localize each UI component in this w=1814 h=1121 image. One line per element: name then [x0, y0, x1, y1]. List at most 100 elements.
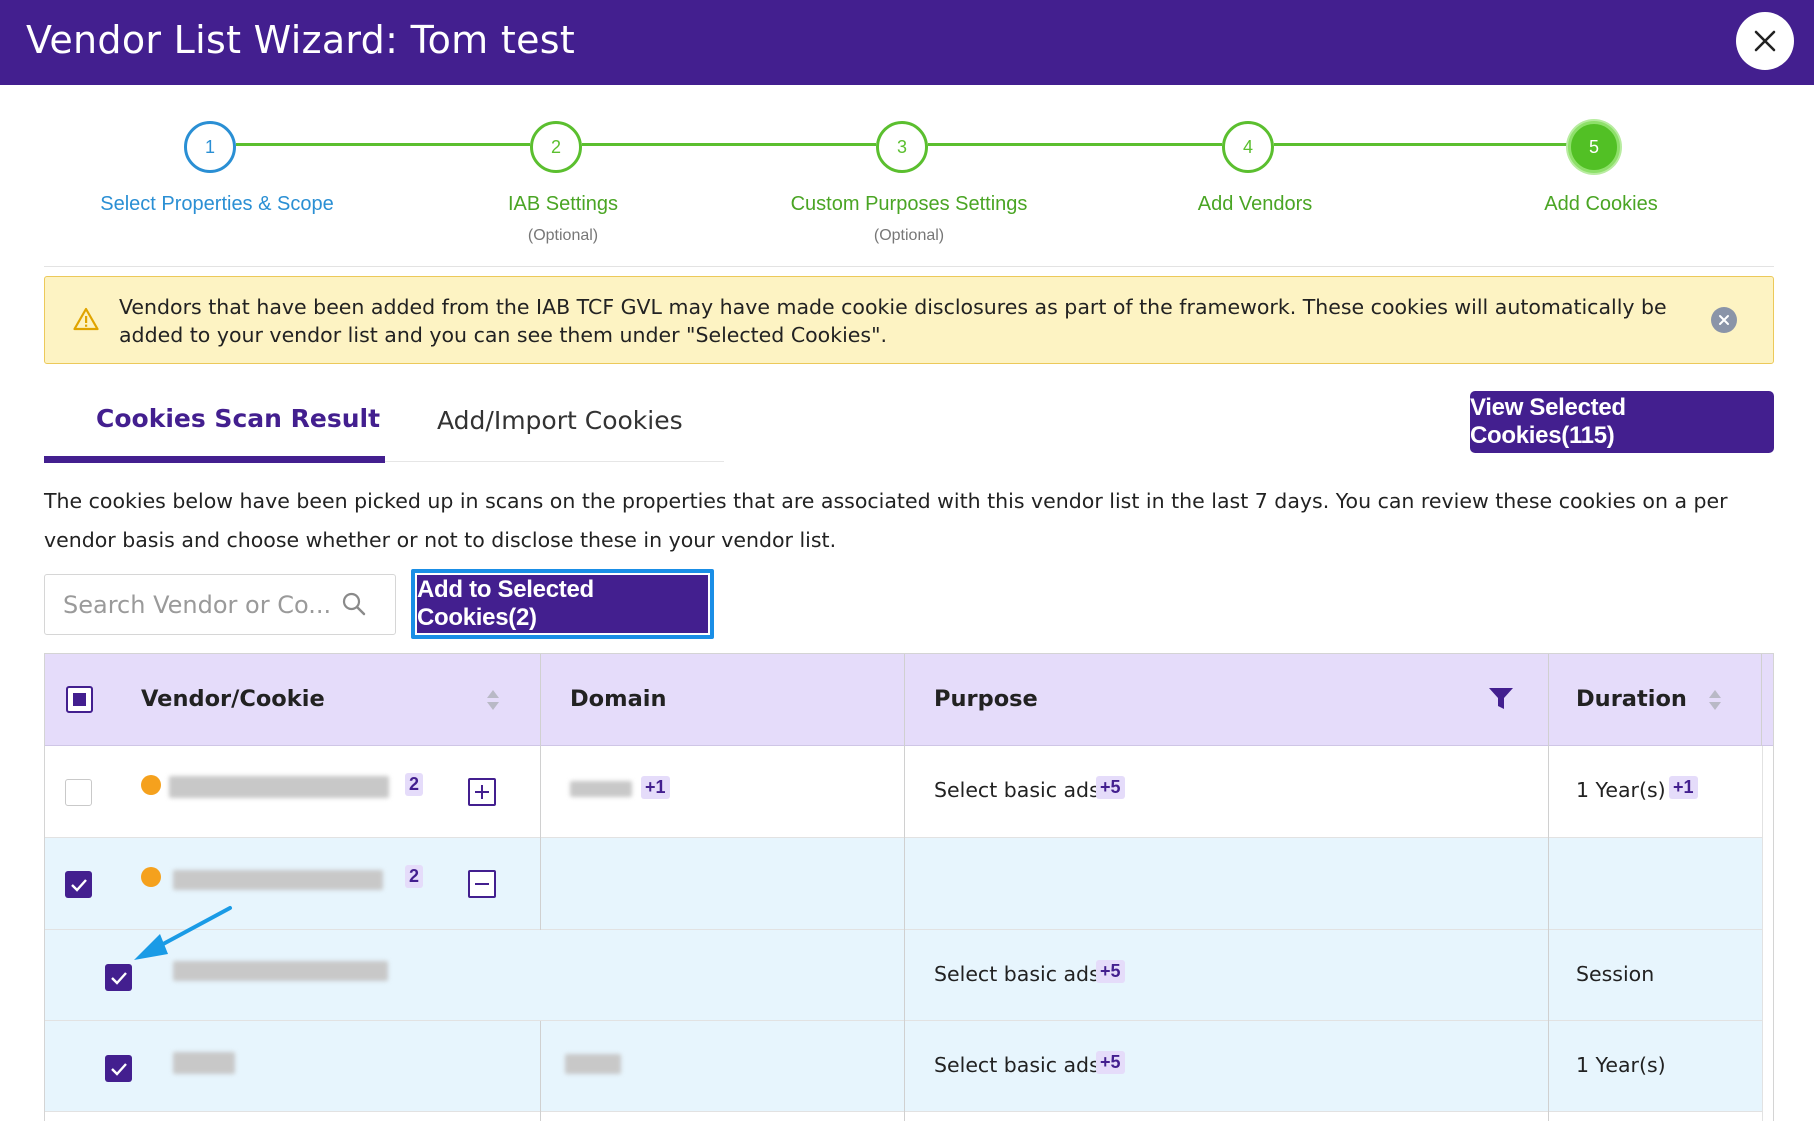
column-divider [904, 1021, 905, 1112]
purpose-extra-badge[interactable]: +5 [1096, 960, 1125, 983]
wizard-header: Vendor List Wizard: Tom test [0, 0, 1814, 85]
partial-mark [73, 693, 86, 706]
cookie-name-redacted [173, 1052, 235, 1074]
tab-cookies-scan-result[interactable]: Cookies Scan Result [96, 404, 380, 433]
checkmark-icon [110, 1062, 127, 1076]
step-4-circle[interactable]: 4 [1222, 121, 1274, 173]
search-input[interactable] [63, 589, 333, 621]
tab-add-import-cookies[interactable]: Add/Import Cookies [437, 406, 683, 435]
row-checkbox[interactable] [65, 779, 92, 806]
step-3-label[interactable]: Custom Purposes Settings [749, 193, 1069, 216]
sort-icon[interactable] [486, 688, 500, 712]
column-divider [904, 654, 905, 746]
search-box [44, 574, 396, 635]
table-row-expanded[interactable]: 2 [45, 838, 1762, 930]
step-2-optional: (Optional) [527, 227, 599, 244]
table-row-partial [45, 1112, 1762, 1121]
checkmark-icon [110, 971, 127, 985]
checkmark-icon [70, 878, 87, 892]
column-divider [1548, 1021, 1549, 1112]
step-2-circle[interactable]: 2 [530, 121, 582, 173]
wizard-title: Vendor List Wizard: Tom test [26, 18, 576, 62]
stepper-divider [44, 266, 1774, 267]
active-tab-indicator [44, 456, 385, 463]
step-connector [1274, 143, 1568, 146]
column-divider [1548, 930, 1549, 1021]
column-divider [540, 838, 541, 930]
column-divider [904, 1112, 905, 1121]
vendor-name-redacted [169, 776, 389, 798]
purpose-extra-badge[interactable]: +5 [1096, 1051, 1125, 1074]
close-icon [1754, 30, 1776, 52]
step-3-optional: (Optional) [873, 227, 945, 244]
cookie-checkbox[interactable] [105, 1055, 132, 1082]
table-row-cookie[interactable]: Select basic ads +5 1 Year(s) [45, 1021, 1762, 1112]
column-divider [540, 654, 541, 746]
select-all-checkbox[interactable] [66, 686, 93, 713]
step-connector [582, 143, 876, 146]
table-scrollbar[interactable] [1762, 746, 1773, 1121]
column-divider [1761, 654, 1762, 746]
plus-icon [475, 785, 489, 799]
expand-row-button[interactable] [468, 778, 496, 806]
purpose-text: Select basic ads [934, 962, 1100, 986]
cookie-count-badge: 2 [405, 773, 424, 796]
step-3-circle[interactable]: 3 [876, 121, 928, 173]
warning-icon [73, 307, 99, 331]
cookie-count-badge: 2 [405, 865, 424, 888]
step-4-label[interactable]: Add Vendors [1095, 193, 1415, 216]
column-divider [1548, 838, 1549, 930]
vendor-status-dot [141, 775, 161, 795]
annotation-arrow-icon [134, 906, 232, 960]
step-connector [928, 143, 1222, 146]
duration-text: Session [1576, 962, 1655, 986]
table-row-cookie[interactable]: Select basic ads +5 Session [45, 930, 1762, 1021]
alert-message: Vendors that have been added from the IA… [119, 295, 1667, 347]
duration-text: 1 Year(s) [1576, 778, 1666, 802]
step-1-label[interactable]: Select Properties & Scope [57, 193, 377, 216]
step-5-circle[interactable]: 5 [1568, 121, 1620, 173]
cookie-name-redacted [173, 961, 388, 981]
sort-icon[interactable] [1708, 688, 1722, 712]
vendor-status-dot [141, 867, 161, 887]
cookie-tabs: Cookies Scan Result Add/Import Cookies [44, 392, 724, 463]
duration-text: 1 Year(s) [1576, 1053, 1666, 1077]
column-header-vendor-cookie[interactable]: Vendor/Cookie [141, 686, 325, 712]
step-5-label[interactable]: Add Cookies [1441, 193, 1761, 216]
duration-extra-badge[interactable]: +1 [1669, 776, 1698, 799]
add-to-selected-cookies-label: Add to Selected Cookies(2) [417, 575, 708, 633]
info-alert: Vendors that have been added from the IA… [44, 276, 1774, 364]
purpose-text: Select basic ads [934, 1053, 1100, 1077]
column-divider [1548, 1112, 1549, 1121]
minus-icon [475, 883, 489, 885]
vendor-name-redacted [173, 870, 383, 890]
close-button[interactable] [1736, 12, 1794, 70]
add-to-selected-cookies-button[interactable]: Add to Selected Cookies(2) [411, 569, 714, 639]
filter-icon[interactable] [1488, 687, 1514, 711]
column-divider [904, 930, 905, 1021]
step-connector [236, 143, 530, 146]
table-row[interactable]: 2 +1 Select basic ads +5 1 Year(s) +1 [45, 746, 1762, 838]
column-divider [1548, 746, 1549, 838]
view-selected-cookies-button[interactable]: View Selected Cookies(115) [1470, 391, 1774, 453]
cookie-checkbox[interactable] [105, 964, 132, 991]
cookies-table: Vendor/Cookie Domain Purpose Duration 2 … [44, 653, 1774, 1121]
column-header-domain[interactable]: Domain [570, 686, 667, 712]
step-1-circle[interactable]: 1 [184, 121, 236, 173]
alert-close-button[interactable] [1711, 307, 1737, 333]
column-header-purpose[interactable]: Purpose [934, 686, 1038, 712]
domain-extra-badge[interactable]: +1 [641, 776, 670, 799]
domain-redacted [570, 781, 632, 797]
collapse-row-button[interactable] [468, 870, 496, 898]
close-icon [1719, 315, 1729, 325]
row-checkbox[interactable] [65, 871, 92, 898]
column-divider [540, 746, 541, 838]
column-divider [540, 1021, 541, 1112]
column-header-duration[interactable]: Duration [1576, 686, 1687, 712]
domain-redacted [565, 1054, 621, 1074]
purpose-extra-badge[interactable]: +5 [1096, 776, 1125, 799]
column-divider [904, 838, 905, 930]
search-icon [342, 592, 366, 616]
purpose-text: Select basic ads [934, 778, 1100, 802]
step-2-label[interactable]: IAB Settings [403, 193, 723, 216]
